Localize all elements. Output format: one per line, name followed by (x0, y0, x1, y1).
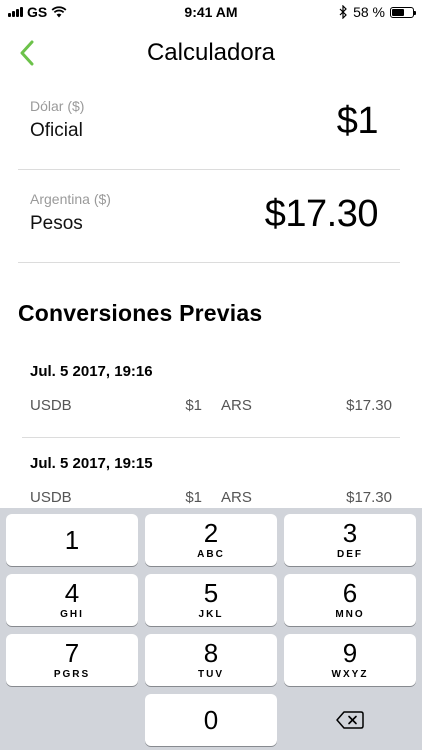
page-title: Calculadora (146, 39, 276, 66)
from-currency: USDB (30, 397, 72, 414)
key-digit: 6 (342, 578, 358, 608)
history-date: Jul. 5 2017, 19:16 (30, 363, 153, 380)
status-right: 58 % (339, 4, 416, 20)
key-digit: 8 (203, 638, 219, 668)
key-letters: PGRS (53, 669, 91, 680)
to-amount: $17.30 (346, 489, 392, 506)
key-digit: 4 (64, 578, 80, 608)
from-currency: USDB (30, 489, 72, 506)
nav-bar: Calculadora (0, 30, 422, 76)
delete-key[interactable] (284, 694, 416, 746)
key-letters: DEF (337, 549, 363, 560)
key-digit: 0 (203, 705, 219, 735)
key-letters: WXYZ (331, 669, 369, 680)
key-7[interactable]: 7 PGRS (6, 634, 138, 686)
battery-fill (392, 8, 404, 16)
bluetooth-icon (339, 5, 347, 19)
key-9[interactable]: 9 WXYZ (284, 634, 416, 686)
key-letters: MNO (335, 609, 365, 620)
key-8[interactable]: 8 TUV (145, 634, 277, 686)
key-digit: 1 (64, 525, 80, 555)
key-letters: JKL (198, 609, 224, 620)
key-letters: GHI (60, 609, 84, 620)
currency-label: Dólar ($) (30, 98, 85, 114)
from-amount: $1 (185, 489, 202, 506)
to-amount: $17.30 (346, 397, 392, 414)
history-item[interactable]: Jul. 5 2017, 19:16 USDB $1 ARS $17.30 (22, 346, 400, 438)
key-letters: TUV (198, 669, 224, 680)
key-2[interactable]: 2 ABC (145, 514, 277, 566)
key-0[interactable]: 0 (145, 694, 277, 746)
key-digit: 7 (64, 638, 80, 668)
currency-row-usd[interactable]: Dólar ($) Oficial $1 (18, 78, 400, 170)
currency-value: $17.30 (264, 193, 379, 235)
currency-label: Argentina ($) (30, 191, 111, 207)
currency-row-ars[interactable]: Argentina ($) Pesos $17.30 (18, 171, 400, 263)
key-digit: 3 (342, 518, 358, 548)
battery-icon (390, 6, 416, 18)
history-title: Conversiones Previas (18, 300, 263, 326)
to-currency: ARS (221, 489, 252, 506)
key-5[interactable]: 5 JKL (145, 574, 277, 626)
battery-percent: 58 % (353, 4, 385, 20)
key-6[interactable]: 6 MNO (284, 574, 416, 626)
numeric-keypad: 1 2 ABC 3 DEF 4 GHI 5 JKL 6 MNO 7 PGRS 8… (0, 508, 422, 750)
currency-value: $1 (336, 100, 379, 142)
from-amount: $1 (185, 397, 202, 414)
key-digit: 2 (203, 518, 219, 548)
key-1[interactable]: 1 (6, 514, 138, 566)
key-digit: 5 (203, 578, 219, 608)
status-bar: GS 9:41 AM 58 % (0, 0, 422, 24)
key-digit: 9 (342, 638, 358, 668)
currency-name: Oficial (30, 120, 83, 141)
history-date: Jul. 5 2017, 19:15 (30, 455, 153, 472)
key-3[interactable]: 3 DEF (284, 514, 416, 566)
backspace-icon (336, 711, 364, 729)
key-4[interactable]: 4 GHI (6, 574, 138, 626)
key-letters: ABC (197, 549, 225, 560)
to-currency: ARS (221, 397, 252, 414)
currency-name: Pesos (30, 213, 83, 234)
